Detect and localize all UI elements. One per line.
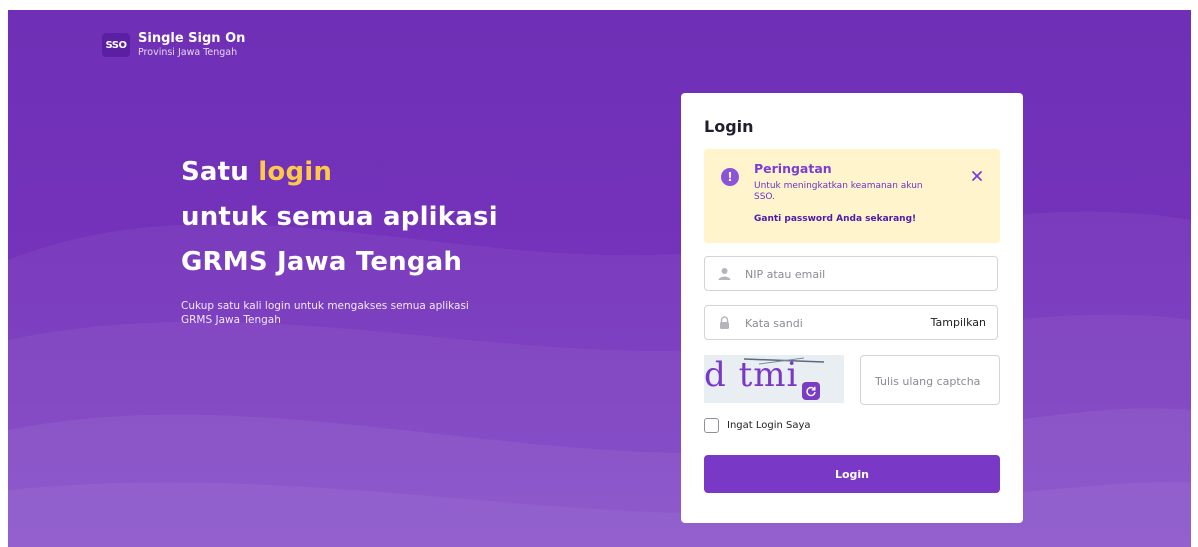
close-icon[interactable] xyxy=(970,169,984,183)
password-field: Tampilkan xyxy=(704,305,998,341)
hero-heading: Satu login untuk semua aplikasi GRMS Jaw… xyxy=(181,150,498,285)
captcha-refresh-button[interactable] xyxy=(802,382,820,400)
exclamation-icon: ! xyxy=(721,168,739,186)
refresh-icon xyxy=(806,386,816,397)
hero-line1-accent: login xyxy=(258,157,333,187)
warning-alert: ! Peringatan Untuk meningkatkan keamanan… xyxy=(704,149,1000,243)
hero: Satu login untuk semua aplikasi GRMS Jaw… xyxy=(181,150,498,327)
alert-title: Peringatan xyxy=(754,161,832,176)
user-icon xyxy=(718,268,731,280)
change-password-link[interactable]: Ganti password Anda sekarang! xyxy=(754,214,916,224)
captcha-image: d tmi xyxy=(704,355,844,403)
alert-message: Untuk meningkatkan keamanan akun SSO. xyxy=(754,181,923,202)
captcha-glyphs: d tmi xyxy=(704,355,799,395)
show-password-toggle[interactable]: Tampilkan xyxy=(931,316,986,329)
password-input[interactable] xyxy=(743,306,907,341)
lock-icon xyxy=(720,316,729,329)
remember-checkbox[interactable] xyxy=(704,418,719,433)
hero-line3: GRMS Jawa Tengah xyxy=(181,247,463,277)
captcha-input-field xyxy=(860,355,1002,406)
captcha-input[interactable] xyxy=(873,356,1002,406)
brand-title: Single Sign On xyxy=(138,31,246,46)
brand: SSO Single Sign On Provinsi Jawa Tengah xyxy=(102,31,245,59)
background-stage: SSO Single Sign On Provinsi Jawa Tengah … xyxy=(8,10,1191,547)
hero-description: Cukup satu kali login untuk mengakses se… xyxy=(181,300,469,326)
login-card: Login ! Peringatan Untuk meningkatkan ke… xyxy=(681,93,1023,523)
hero-line2: untuk semua aplikasi xyxy=(181,202,498,232)
username-input[interactable] xyxy=(743,257,907,292)
remember-label: Ingat Login Saya xyxy=(727,420,811,431)
login-button[interactable]: Login xyxy=(704,455,1000,493)
username-field xyxy=(704,256,998,292)
hero-line1-prefix: Satu xyxy=(181,157,250,187)
login-title: Login xyxy=(704,117,754,136)
captcha-text: d tmi xyxy=(704,355,798,399)
sso-logo-icon: SSO xyxy=(102,33,130,57)
remember-me[interactable]: Ingat Login Saya xyxy=(704,418,811,433)
brand-subtitle: Provinsi Jawa Tengah xyxy=(138,47,238,58)
